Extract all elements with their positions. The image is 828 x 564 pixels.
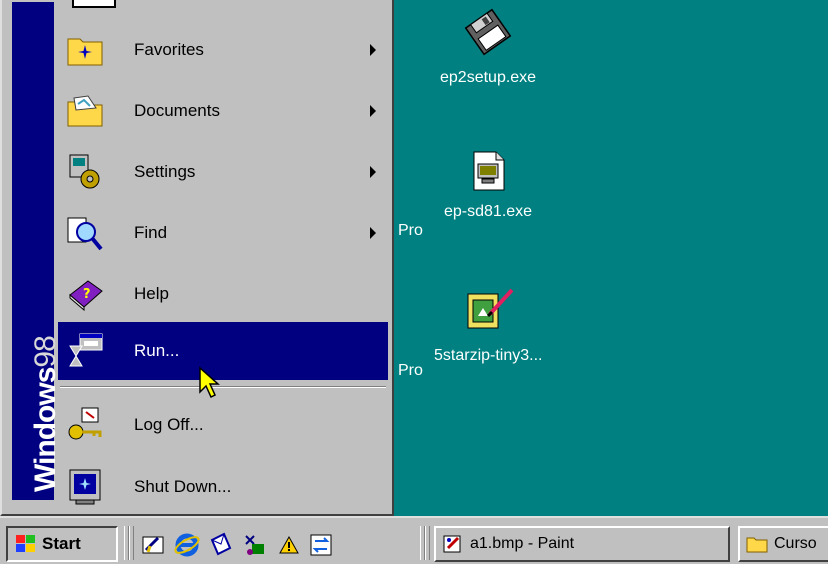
desktop-icon-ep-sd81[interactable]: ep-sd81.exe [444,150,532,221]
svg-text:?: ? [83,287,91,302]
taskbar-grip[interactable] [425,526,430,560]
menu-item-settings[interactable]: Settings [58,143,388,201]
task-label: a1.bmp - Paint [470,535,575,552]
task-label: Curso [774,535,817,552]
taskbar: Start a1.bmp - Paint Curso [0,516,828,564]
start-menu-side-band: Windows98 [12,2,62,500]
menu-item-documents[interactable]: Documents [58,82,388,140]
desktop-icon-label: 5starzip-tiny3... [434,347,543,364]
menu-separator [60,386,386,388]
partial-desktop-label: Pro [398,362,423,379]
menu-item-find[interactable]: Find [58,204,388,262]
find-icon [64,212,106,254]
paint-icon [442,533,464,555]
start-button[interactable]: Start [6,526,118,562]
internet-explorer-icon[interactable] [172,530,202,560]
desktop-icon-label: ep-sd81.exe [444,203,533,220]
submenu-arrow-icon [370,166,376,178]
menu-item-log-off[interactable]: Log Off... [58,396,388,454]
windows-logo-icon [16,535,35,552]
help-book-icon: ? [64,273,106,315]
picture-frame-icon [460,286,516,341]
submenu-arrow-icon [370,44,376,56]
start-menu: Windows98 Favorites Documents Settings F… [0,0,394,516]
partial-desktop-label: Pro [398,222,423,239]
run-icon [64,330,106,372]
show-desktop-icon[interactable] [138,530,168,560]
sync-icon[interactable] [306,530,336,560]
desktop-icon-label: ep2setup.exe [440,69,537,86]
setup-program-icon [468,150,508,197]
settings-icon [64,151,106,193]
desktop-icon-ep2setup[interactable]: ep2setup.exe [440,6,536,87]
desktop-icon-5starzip[interactable]: 5starzip-tiny3... [434,286,542,365]
submenu-arrow-icon [370,105,376,117]
task-button-paint[interactable]: a1.bmp - Paint [434,526,730,562]
start-label: Start [42,534,81,553]
menu-item-help[interactable]: ? Help [58,265,388,323]
documents-folder-icon [64,90,106,132]
menu-item-favorites[interactable]: Favorites [58,21,388,79]
menu-item-run[interactable]: Run... [58,322,388,380]
shut-down-icon [64,466,106,508]
channels-icon[interactable] [240,530,270,560]
submenu-arrow-icon [370,227,376,239]
floppy-disk-icon [462,6,514,63]
partial-menu-icon [72,0,116,8]
menu-item-shut-down[interactable]: Shut Down... [58,458,388,516]
log-off-key-icon [64,404,106,446]
favorites-folder-icon [64,29,106,71]
task-button-folder[interactable]: Curso [738,526,828,562]
mouse-pointer-icon [199,366,220,399]
outlook-express-icon[interactable] [206,530,236,560]
folder-icon [746,534,768,554]
taskbar-grip[interactable] [129,526,134,560]
warning-icon[interactable] [274,530,304,560]
